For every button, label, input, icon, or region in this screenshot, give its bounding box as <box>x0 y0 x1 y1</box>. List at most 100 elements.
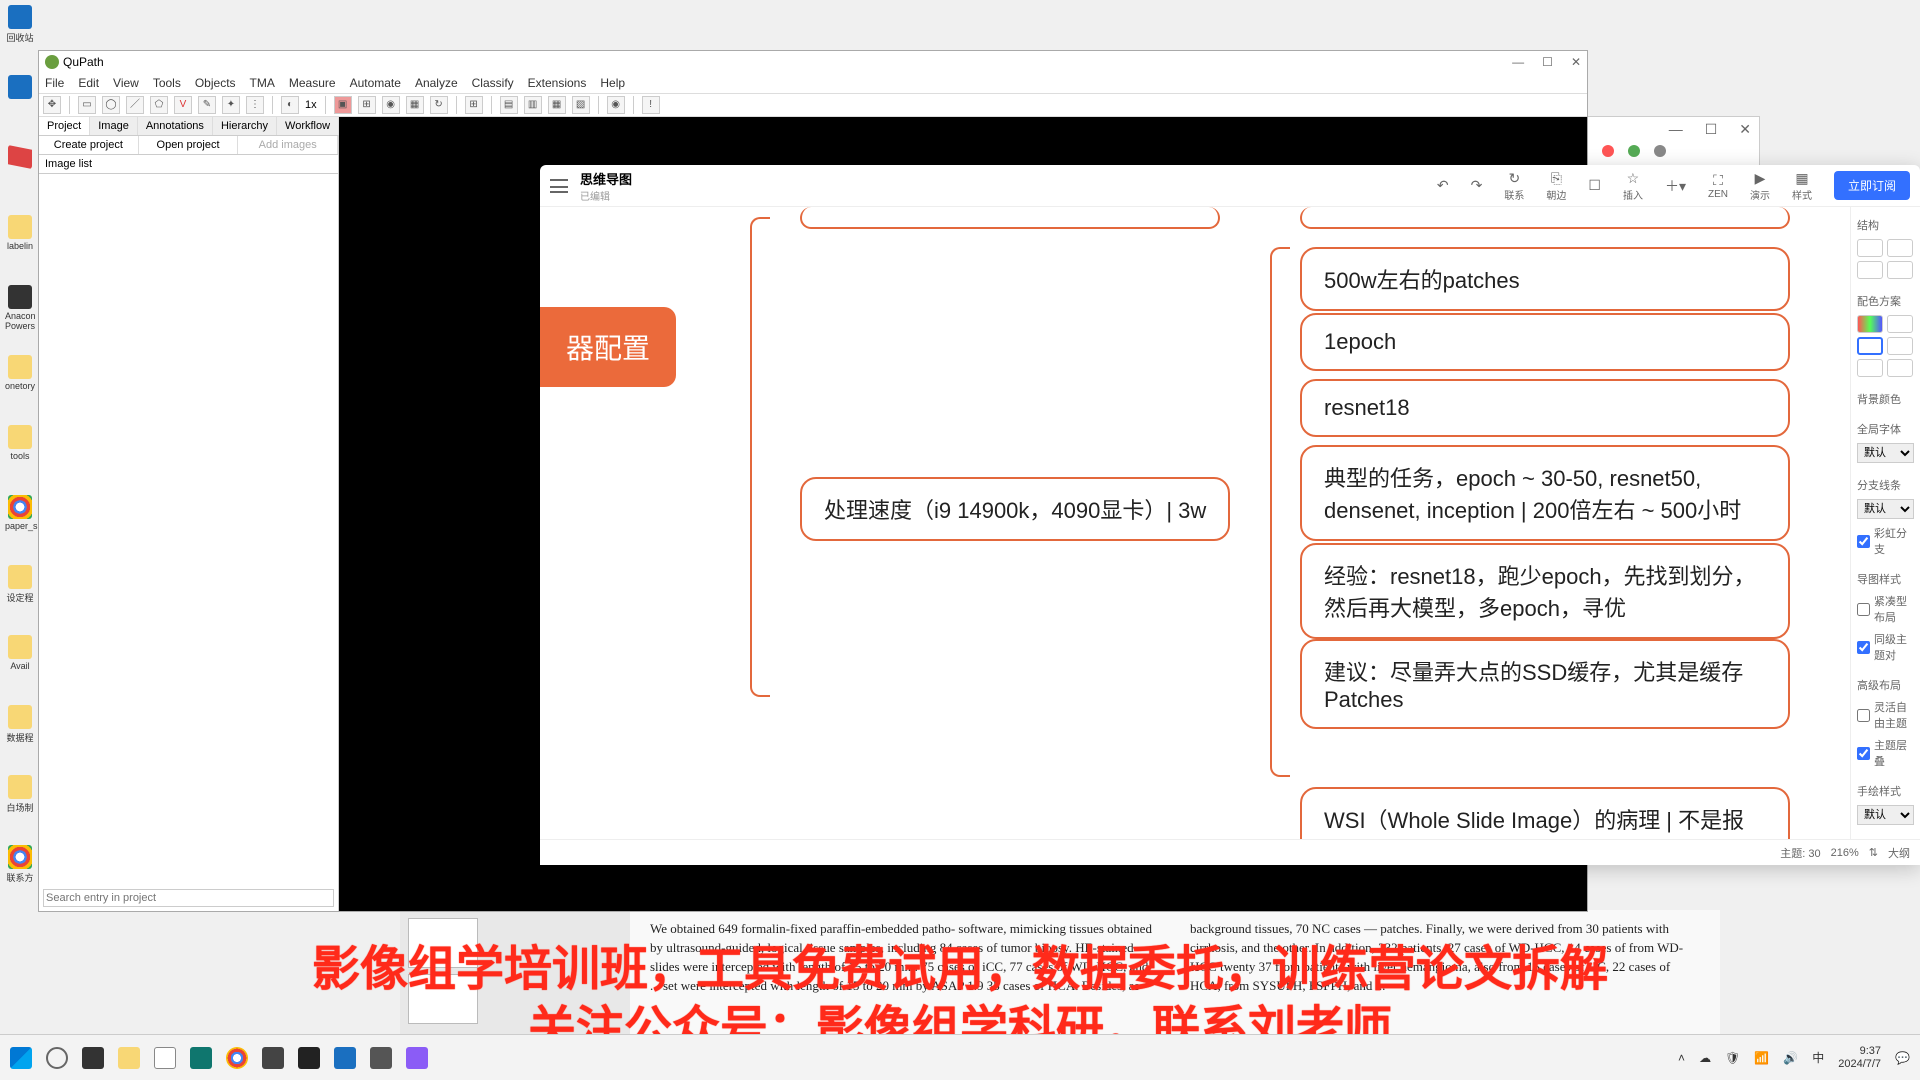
app-icon-1[interactable] <box>154 1047 176 1069</box>
insert-button[interactable]: ☆插入 <box>1623 170 1643 202</box>
tray-icon-1[interactable]: ☁ <box>1699 1051 1711 1065</box>
zoom-level[interactable]: 216% <box>1831 847 1859 859</box>
hand-select[interactable]: 默认 <box>1857 805 1914 825</box>
open-project-button[interactable]: Open project <box>139 136 239 154</box>
desktop-icon-recycle[interactable]: 回收站 <box>5 5 35 60</box>
mindmap-node-patches[interactable]: 500w左右的patches <box>1300 247 1790 311</box>
qupath-close-button[interactable]: ✕ <box>1571 51 1581 73</box>
align-checkbox[interactable] <box>1857 641 1870 654</box>
qupath-maximize-button[interactable]: ☐ <box>1542 51 1553 73</box>
tool-annotation-icon[interactable]: ▣ <box>334 96 352 114</box>
app-icon-4[interactable] <box>298 1047 320 1069</box>
desktop-icon-12[interactable]: 联系方 <box>5 845 35 900</box>
compact-checkbox[interactable] <box>1857 603 1870 616</box>
tool-tma-icon[interactable]: ⊞ <box>358 96 376 114</box>
search-icon[interactable] <box>46 1047 68 1069</box>
menu-objects[interactable]: Objects <box>195 76 236 90</box>
zen-button[interactable]: ⛶ZEN <box>1708 172 1728 200</box>
qupath-titlebar[interactable]: QuPath — ☐ ✕ <box>39 51 1587 73</box>
color-opt-1[interactable] <box>1857 315 1883 333</box>
mindmap-node-resnet18[interactable]: resnet18 <box>1300 379 1790 437</box>
tool-polyline-icon[interactable]: V <box>174 96 192 114</box>
menu-file[interactable]: File <box>45 76 64 90</box>
tool-script-icon[interactable]: ! <box>642 96 660 114</box>
add-button[interactable]: ＋▾ <box>1665 176 1686 196</box>
structure-opt-2[interactable] <box>1887 239 1913 257</box>
tray-up-icon[interactable]: ˄ <box>1678 1051 1685 1065</box>
app-icon-6[interactable] <box>370 1047 392 1069</box>
desktop-icon-5[interactable]: onetory <box>5 355 35 410</box>
menu-analyze[interactable]: Analyze <box>415 76 458 90</box>
undo-button[interactable]: ↶ <box>1437 177 1449 194</box>
start-button[interactable] <box>10 1047 32 1069</box>
tab-project[interactable]: Project <box>39 117 90 135</box>
tool-fill-icon[interactable]: ▦ <box>406 96 424 114</box>
notifications-icon[interactable]: 💬 <box>1895 1051 1910 1065</box>
tool-line-icon[interactable]: ／ <box>126 96 144 114</box>
mindmap-root-node[interactable]: 器配置 <box>540 307 676 387</box>
desktop-icon-6[interactable]: tools <box>5 425 35 480</box>
tool-brightness-icon[interactable]: ◐ <box>281 96 299 114</box>
taskbar-clock[interactable]: 9:37 2024/7/7 <box>1838 1045 1881 1069</box>
app-icon-7[interactable] <box>406 1047 428 1069</box>
desktop-icon-10[interactable]: 数据程 <box>5 705 35 760</box>
rainbow-checkbox[interactable] <box>1857 535 1870 548</box>
app-icon-3[interactable] <box>262 1047 284 1069</box>
desktop-icon-8[interactable]: 设定程 <box>5 565 35 620</box>
explorer-icon[interactable] <box>118 1047 140 1069</box>
mindmap-node-partial-top[interactable] <box>800 207 1220 229</box>
menu-classify[interactable]: Classify <box>472 76 514 90</box>
structure-opt-1[interactable] <box>1857 239 1883 257</box>
tool-refresh-icon[interactable]: ↻ <box>430 96 448 114</box>
menu-extensions[interactable]: Extensions <box>528 76 587 90</box>
structure-opt-3[interactable] <box>1857 261 1883 279</box>
app-icon-5[interactable] <box>334 1047 356 1069</box>
ext-icon-3[interactable] <box>1628 145 1640 157</box>
tool-rect-icon[interactable]: ▭ <box>78 96 96 114</box>
color-opt-2[interactable] <box>1887 315 1913 333</box>
tab-workflow[interactable]: Workflow <box>277 117 339 135</box>
menu-view[interactable]: View <box>113 76 139 90</box>
tray-icon-2[interactable]: 🛡 <box>1725 1051 1740 1065</box>
menu-edit[interactable]: Edit <box>78 76 99 90</box>
present-button[interactable]: ▶演示 <box>1750 170 1770 202</box>
menu-measure[interactable]: Measure <box>289 76 336 90</box>
tool-d-icon[interactable]: ▧ <box>572 96 590 114</box>
mindmap-node-ssd[interactable]: 建议：尽量弄大点的SSD缓存，尤其是缓存Patches <box>1300 639 1790 729</box>
tool-points-icon[interactable]: ⋮ <box>246 96 264 114</box>
tool-brush-icon[interactable]: ✎ <box>198 96 216 114</box>
tool-record-icon[interactable]: ◉ <box>607 96 625 114</box>
mindmap-node-exp[interactable]: 经验：resnet18，跑少epoch，先找到划分，然后再大模型，多epoch，… <box>1300 543 1790 639</box>
tool-grid-icon[interactable]: ⊞ <box>465 96 483 114</box>
tool-detection-icon[interactable]: ◉ <box>382 96 400 114</box>
mindmap-canvas[interactable]: 器配置 处理速度（i9 14900k，4090显卡）| 3w 500w左右的pa… <box>540 207 1850 839</box>
color-opt-4[interactable] <box>1887 337 1913 355</box>
tool-move-icon[interactable]: ✥ <box>43 96 61 114</box>
chrome-maximize-button[interactable]: ☐ <box>1705 121 1718 138</box>
tab-image[interactable]: Image <box>90 117 138 135</box>
desktop-icon-1[interactable] <box>5 75 35 130</box>
tab-hierarchy[interactable]: Hierarchy <box>213 117 277 135</box>
menu-tma[interactable]: TMA <box>250 76 275 90</box>
qupath-minimize-button[interactable]: — <box>1512 51 1524 73</box>
project-search-input[interactable] <box>43 889 334 907</box>
branch-select[interactable]: 默认 <box>1857 499 1914 519</box>
desktop-icon-9[interactable]: Avail <box>5 635 35 690</box>
create-project-button[interactable]: Create project <box>39 136 139 154</box>
desktop-icon-11[interactable]: 白场制 <box>5 775 35 830</box>
outline-button[interactable]: 大纲 <box>1888 845 1910 861</box>
structure-opt-4[interactable] <box>1887 261 1913 279</box>
taskview-icon[interactable] <box>82 1047 104 1069</box>
side-button[interactable]: ⎘朝边 <box>1546 170 1566 202</box>
flex-checkbox[interactable] <box>1857 709 1870 722</box>
desktop-icon-7[interactable]: paper_s <box>5 495 35 550</box>
tab-annotations[interactable]: Annotations <box>138 117 213 135</box>
menu-help[interactable]: Help <box>600 76 625 90</box>
mindmap-node-wsi[interactable]: WSI（Whole Slide Image）的病理 | 不是报告 <box>1300 787 1790 839</box>
tray-ime-icon[interactable]: 中 <box>1812 1049 1824 1066</box>
tool-wand-icon[interactable]: ✦ <box>222 96 240 114</box>
color-opt-6[interactable] <box>1887 359 1913 377</box>
mindmap-node-partial-top-r[interactable] <box>1300 207 1790 229</box>
subscribe-button[interactable]: 立即订阅 <box>1834 171 1910 200</box>
desktop-icon-3[interactable]: labelin <box>5 215 35 270</box>
